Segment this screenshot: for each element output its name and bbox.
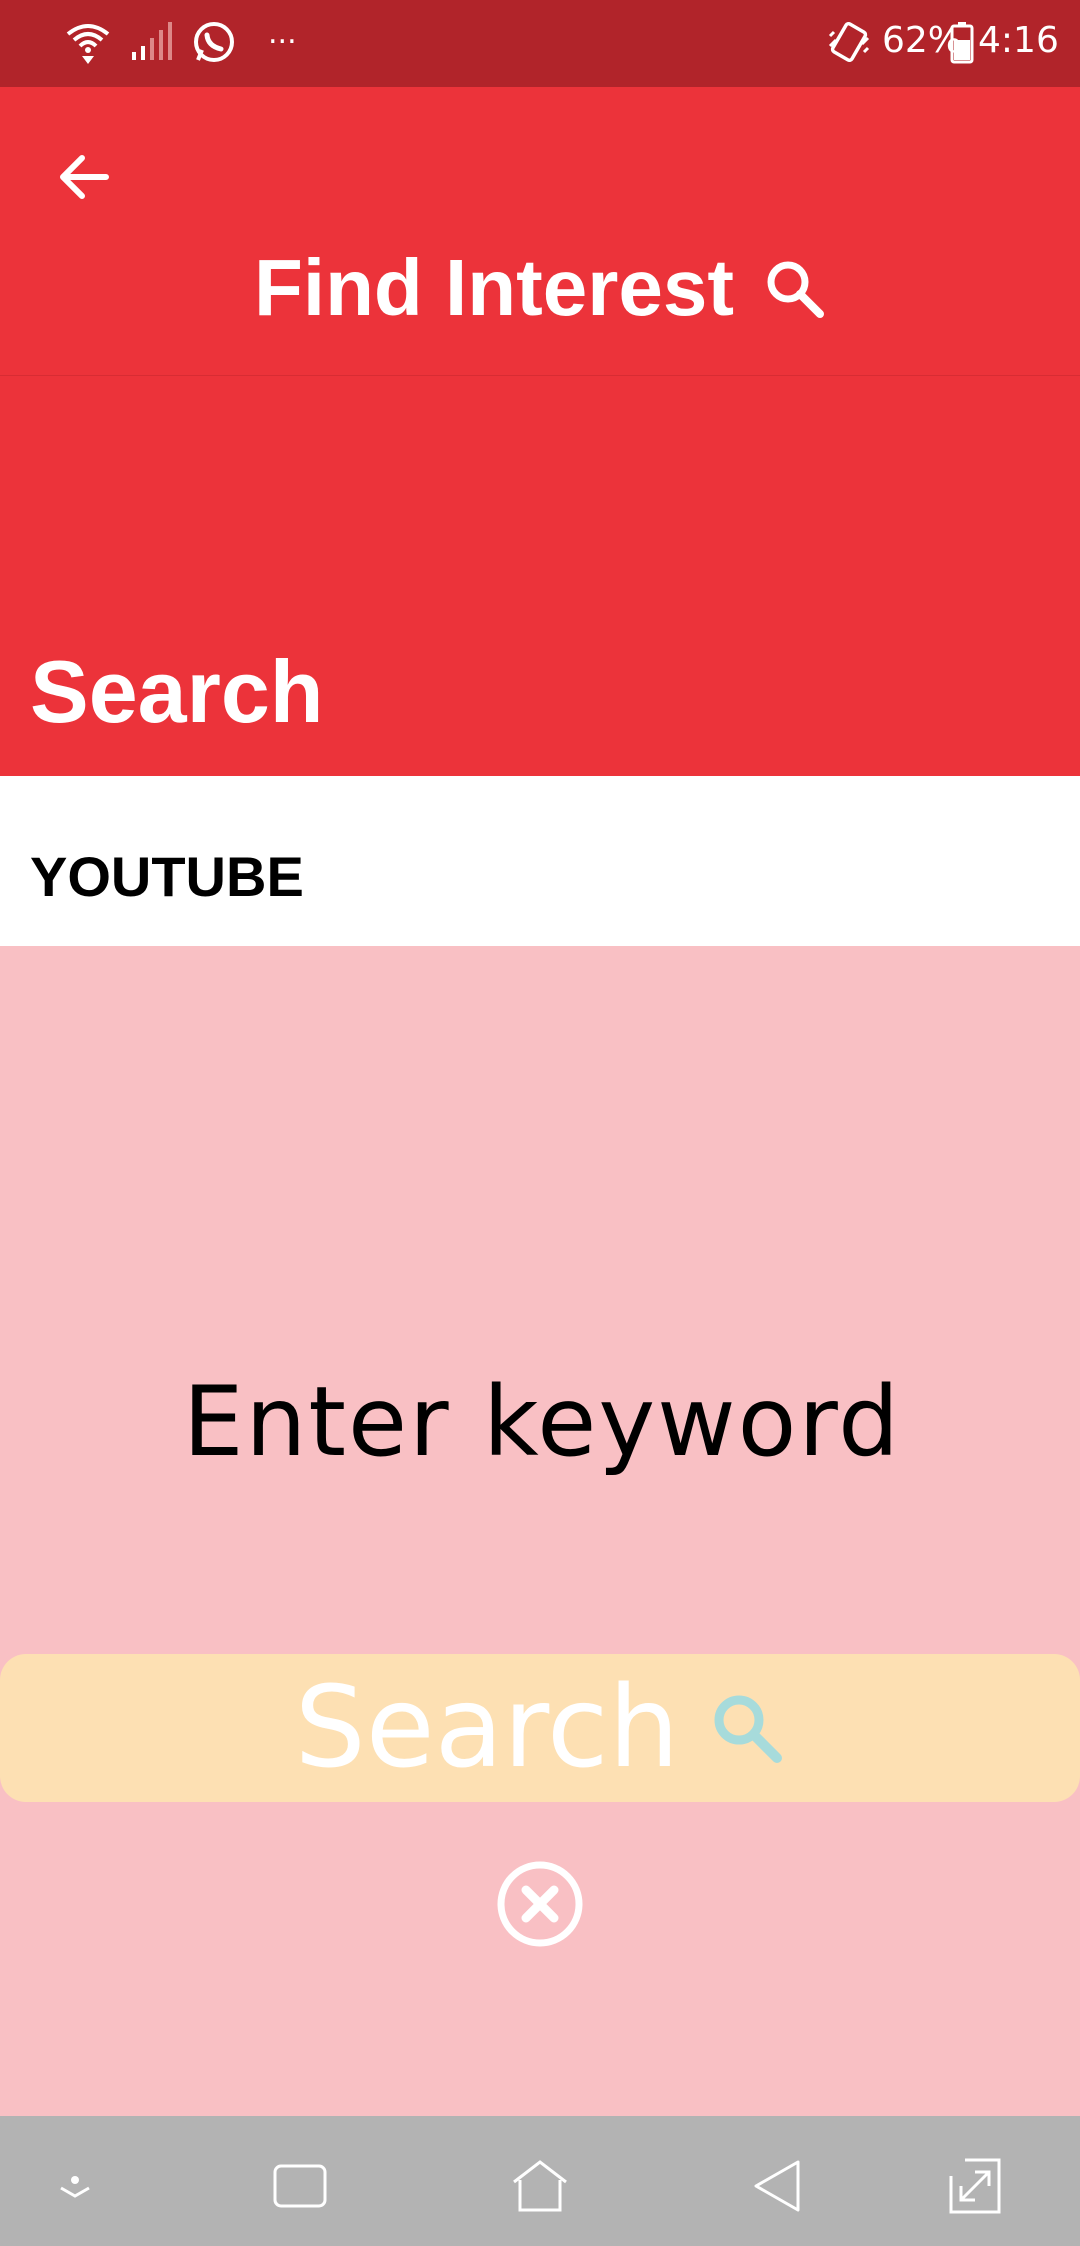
tab-youtube-label: YOUTUBE — [30, 845, 304, 908]
page-title-text: Find Interest — [253, 242, 735, 332]
page-title: Find Interest — [0, 232, 1080, 338]
screen-rotate-icon[interactable] — [945, 2156, 1005, 2216]
close-circle-icon[interactable] — [496, 1860, 584, 1948]
clock: 4:16 — [978, 20, 1059, 61]
home-icon[interactable] — [510, 2156, 570, 2216]
whatsapp-icon — [194, 22, 234, 62]
search-icon — [714, 1695, 783, 1763]
recents-icon[interactable] — [270, 2156, 330, 2216]
search-button-label: Search — [294, 1663, 680, 1793]
status-bar: ... 62% 4:16 — [0, 0, 1080, 87]
back-icon[interactable] — [750, 2156, 810, 2216]
wifi-icon — [66, 24, 110, 64]
search-icon — [767, 261, 825, 318]
search-form: Search — [0, 946, 1080, 2116]
vibrate-icon — [828, 21, 870, 63]
navigation-bar — [0, 2116, 1080, 2246]
hide-nav-icon[interactable] — [45, 2156, 105, 2216]
hero-banner: Search — [0, 376, 1080, 776]
back-arrow-icon[interactable] — [52, 145, 116, 209]
keyword-input[interactable] — [0, 1356, 1080, 1488]
source-tab[interactable]: YOUTUBE — [0, 776, 1080, 946]
search-button[interactable]: Search — [0, 1654, 1080, 1802]
signal-icon — [132, 22, 172, 60]
battery-icon — [950, 22, 974, 64]
more-notifications-icon: ... — [268, 16, 297, 51]
section-heading: Search — [30, 642, 324, 741]
app-bar: Find Interest — [0, 87, 1080, 376]
